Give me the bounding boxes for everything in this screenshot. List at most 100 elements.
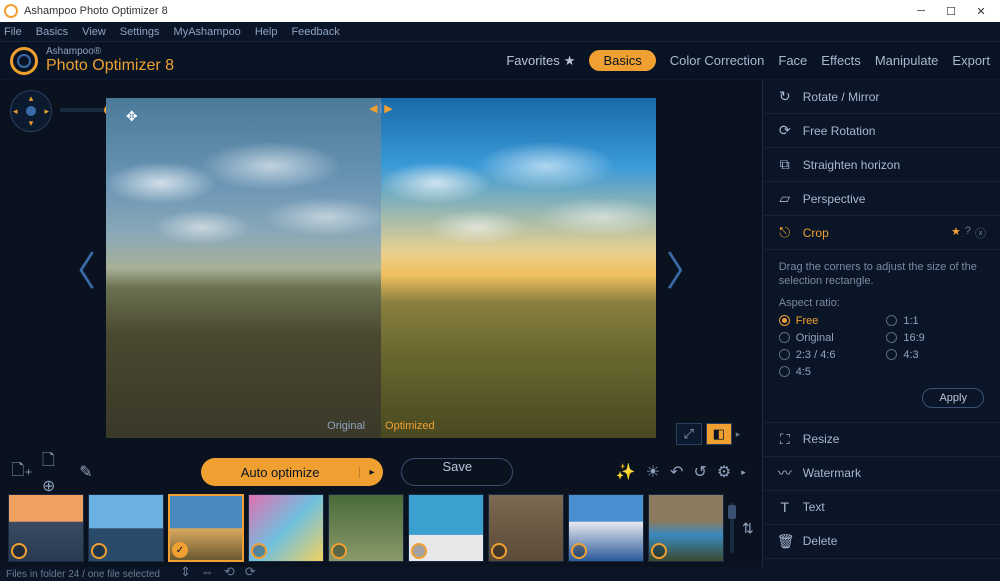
thumbnail[interactable] — [88, 494, 164, 562]
prev-image-button[interactable]: 〈 — [46, 239, 106, 297]
thumbnail[interactable] — [248, 494, 324, 562]
zoom-slider[interactable] — [60, 108, 110, 112]
text-icon: T — [777, 499, 793, 515]
rotate-left-icon[interactable]: ⟲ — [224, 564, 235, 580]
sort-icon[interactable]: ⇅ — [742, 520, 754, 537]
ratio-16-9[interactable]: 16:9 — [886, 332, 984, 344]
favorites-button[interactable]: Favorites ★ — [506, 53, 575, 69]
brush-icon[interactable]: ✎ — [74, 460, 98, 484]
thumbnail[interactable] — [488, 494, 564, 562]
tab-manipulate[interactable]: Manipulate — [875, 53, 939, 68]
save-button[interactable]: Save — [401, 458, 513, 486]
menu-basics[interactable]: Basics — [36, 26, 68, 38]
add-folder-icon[interactable]: 🗋⊕ — [42, 460, 66, 484]
app-logo-icon — [4, 4, 18, 18]
tab-basics[interactable]: Basics — [589, 50, 655, 71]
statusbar: Files in folder 24 / one file selected — [0, 567, 1000, 581]
panel-straighten[interactable]: ⧉Straighten horizon — [763, 148, 1000, 182]
compare-mode-button[interactable]: ◧ — [706, 423, 732, 445]
optimized-label: Optimized — [385, 420, 435, 432]
maximize-button[interactable]: ☐ — [936, 5, 966, 18]
window-title: Ashampoo Photo Optimizer 8 — [24, 5, 168, 17]
window-titlebar: Ashampoo Photo Optimizer 8 ─ ☐ ✕ — [0, 0, 1000, 22]
star-icon: ★ — [564, 53, 576, 69]
rotate-right-icon[interactable]: ⟳ — [245, 564, 256, 580]
ratio-free[interactable]: Free — [779, 315, 877, 327]
horizon-icon: ⧉ — [777, 156, 793, 173]
menu-view[interactable]: View — [82, 26, 106, 38]
favorite-star-icon[interactable]: ★ — [951, 225, 961, 241]
panel-free-rotation[interactable]: ⟳Free Rotation — [763, 114, 1000, 148]
close-button[interactable]: ✕ — [966, 5, 996, 18]
status-text: Files in folder 24 / one file selected — [6, 569, 160, 580]
free-rotation-icon: ⟳ — [777, 122, 793, 139]
ratio-2-3[interactable]: 2:3 / 4:6 — [779, 349, 877, 361]
panel-text[interactable]: TText — [763, 491, 1000, 525]
ratio-original[interactable]: Original — [779, 332, 877, 344]
brand-sup: Ashampoo® — [46, 46, 174, 57]
auto-optimize-dropdown[interactable]: ▸ — [359, 467, 383, 478]
thumbnail[interactable] — [648, 494, 724, 562]
menu-feedback[interactable]: Feedback — [291, 26, 339, 38]
rotate-icon: ↻ — [777, 88, 793, 105]
fullscreen-button[interactable]: ⤢ — [676, 423, 702, 445]
crop-hint: Drag the corners to adjust the size of t… — [779, 260, 984, 289]
thumb-scrollbar[interactable] — [730, 503, 734, 553]
redo-icon[interactable]: ↺ — [693, 462, 706, 482]
watermark-icon: 〰 — [777, 463, 793, 483]
expand-horiz-icon[interactable]: ⇔ — [201, 564, 214, 580]
tab-color-correction[interactable]: Color Correction — [670, 53, 765, 68]
aspect-ratio-label: Aspect ratio: — [779, 297, 984, 309]
action-toolbar: 🗋₊ 🗋⊕ ✎ Auto optimize ▸ Save ✨ ☀ ↶ ↺ ⚙ ▸ — [0, 455, 762, 489]
panel-crop[interactable]: ⎋ Crop ★?ⓧ — [763, 216, 1000, 250]
menu-myashampoo[interactable]: MyAshampoo — [174, 26, 241, 38]
menu-help[interactable]: Help — [255, 26, 278, 38]
panel-resize[interactable]: ⛶Resize — [763, 423, 1000, 457]
brightness-icon[interactable]: ☀ — [646, 462, 660, 482]
panel-rotate-mirror[interactable]: ↻Rotate / Mirror — [763, 80, 1000, 114]
compare-divider-handle[interactable]: ◀|▶ — [369, 102, 393, 115]
resize-icon: ⛶ — [777, 431, 793, 448]
perspective-icon: ▱ — [777, 190, 793, 207]
compare-view[interactable]: ✥ ◀|▶ Original Optimized — [106, 98, 656, 438]
original-label: Original — [327, 420, 365, 432]
thumbnail[interactable] — [408, 494, 484, 562]
help-icon[interactable]: ? — [965, 225, 971, 241]
thumbnail-selected[interactable] — [168, 494, 244, 562]
menu-settings[interactable]: Settings — [120, 26, 160, 38]
brand-main: Photo Optimizer 8 — [46, 57, 174, 75]
tab-face[interactable]: Face — [778, 53, 807, 68]
move-cursor-icon: ✥ — [126, 108, 138, 125]
brandbar: Ashampoo® Photo Optimizer 8 Favorites ★ … — [0, 42, 1000, 80]
tab-export[interactable]: Export — [952, 53, 990, 68]
ratio-4-3[interactable]: 4:3 — [886, 349, 984, 361]
auto-optimize-button[interactable]: Auto optimize ▸ — [201, 458, 384, 486]
preview-area: ▴▾◂▸ 〈 ✥ ◀|▶ Original Optimized 〉 ⤢ ◧ ▸ — [0, 80, 762, 455]
thumbnail[interactable] — [568, 494, 644, 562]
crop-icon: ⎋ — [777, 224, 793, 241]
panel-delete[interactable]: 🗑Delete — [763, 525, 1000, 559]
ratio-1-1[interactable]: 1:1 — [886, 315, 984, 327]
minimize-button[interactable]: ─ — [906, 5, 936, 18]
panel-watermark[interactable]: 〰Watermark — [763, 457, 1000, 491]
magic-wand-icon[interactable]: ✨ — [616, 462, 636, 482]
menubar: File Basics View Settings MyAshampoo Hel… — [0, 22, 1000, 42]
apply-button[interactable]: Apply — [922, 388, 984, 408]
panel-perspective[interactable]: ▱Perspective — [763, 182, 1000, 216]
next-image-button[interactable]: 〉 — [656, 239, 716, 297]
undo-icon[interactable]: ↶ — [670, 462, 683, 482]
ratio-4-5[interactable]: 4:5 — [779, 366, 877, 378]
menu-file[interactable]: File — [4, 26, 22, 38]
view-mode-dropdown[interactable]: ▸ — [736, 429, 746, 440]
thumbnail[interactable] — [8, 494, 84, 562]
pan-joystick[interactable]: ▴▾◂▸ — [10, 90, 52, 132]
tab-effects[interactable]: Effects — [821, 53, 861, 68]
thumbnail[interactable] — [328, 494, 404, 562]
tools-dropdown[interactable]: ▸ — [741, 467, 746, 478]
thumbnail-strip: ⇅ — [0, 489, 762, 567]
settings-gear-icon[interactable]: ⚙ — [717, 462, 731, 482]
add-file-icon[interactable]: 🗋₊ — [10, 460, 34, 484]
expand-vert-icon[interactable]: ⇕ — [180, 564, 191, 580]
brand-logo-icon — [10, 47, 38, 75]
close-panel-icon[interactable]: ⓧ — [975, 225, 986, 241]
